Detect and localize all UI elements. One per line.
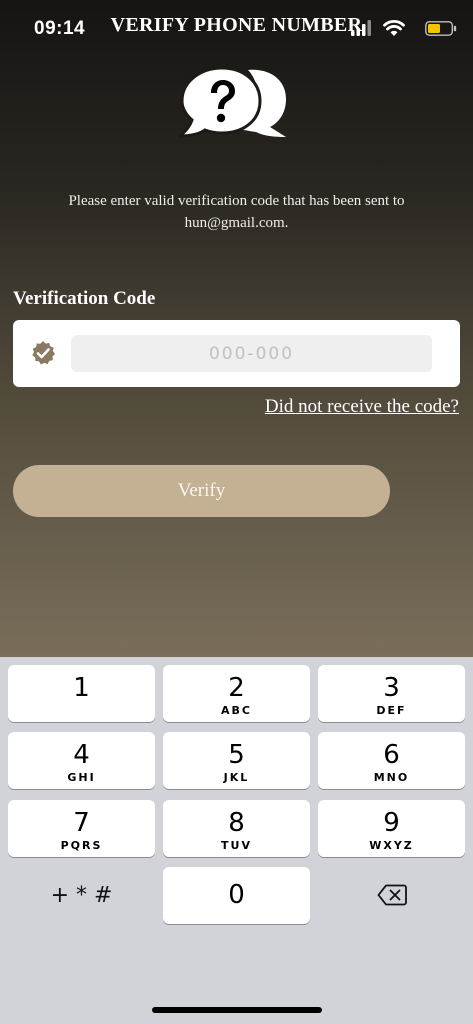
- key-1[interactable]: 1: [8, 665, 155, 722]
- key-9[interactable]: 9 WXYZ: [318, 800, 465, 857]
- symbols-key[interactable]: + * #: [8, 867, 155, 924]
- key-digit: 3: [383, 673, 400, 703]
- key-digit: 0: [228, 880, 245, 910]
- verified-badge-icon: [32, 341, 55, 365]
- key-letters: GHI: [67, 771, 96, 784]
- verification-code-card: [13, 320, 460, 387]
- key-letters: JKL: [223, 771, 250, 784]
- key-2[interactable]: 2 ABC: [163, 665, 310, 722]
- key-letters: MNO: [373, 771, 410, 784]
- verification-code-input[interactable]: [71, 335, 432, 372]
- key-letters: WXYZ: [369, 839, 414, 852]
- key-8[interactable]: 8 TUV: [163, 800, 310, 857]
- verification-code-label: Verification Code: [13, 288, 156, 309]
- key-digit: 6: [383, 740, 400, 770]
- verify-button[interactable]: Verify: [13, 465, 390, 517]
- key-letters: PQRS: [60, 839, 103, 852]
- key-digit: 5: [228, 740, 245, 770]
- key-0[interactable]: 0: [163, 867, 310, 924]
- signal-icon: [351, 20, 371, 36]
- key-6[interactable]: 6 MNO: [318, 732, 465, 789]
- question-chat-bubbles-icon: [178, 66, 286, 138]
- key-5[interactable]: 5 JKL: [163, 732, 310, 789]
- verify-screen: 09:14 VERIFY PHONE NUMBER Please enter v…: [0, 0, 473, 657]
- key-letters: ABC: [221, 704, 252, 717]
- battery-icon: [425, 21, 457, 36]
- key-digit: 4: [73, 740, 90, 770]
- status-icons: [337, 20, 457, 38]
- key-digit: 1: [73, 673, 90, 703]
- delete-key[interactable]: [318, 867, 465, 924]
- key-digit: 9: [383, 808, 400, 838]
- status-bar: 09:14 VERIFY PHONE NUMBER: [0, 0, 473, 52]
- backspace-icon: [377, 884, 407, 906]
- wifi-icon: [383, 20, 405, 36]
- verification-message: Please enter valid verification code tha…: [68, 193, 405, 231]
- home-indicator[interactable]: [152, 1007, 322, 1013]
- key-letters: TUV: [221, 839, 252, 852]
- key-digit: 7: [73, 808, 90, 838]
- key-3[interactable]: 3 DEF: [318, 665, 465, 722]
- numeric-keypad: 1 2 ABC 3 DEF 4 GHI 5 JKL 6 MNO 7 PQRS 8…: [0, 657, 473, 1024]
- key-digit: 8: [228, 808, 245, 838]
- key-4[interactable]: 4 GHI: [8, 732, 155, 789]
- key-letters: DEF: [376, 704, 407, 717]
- key-7[interactable]: 7 PQRS: [8, 800, 155, 857]
- resend-code-link[interactable]: Did not receive the code?: [265, 396, 459, 418]
- key-digit: 2: [228, 673, 245, 703]
